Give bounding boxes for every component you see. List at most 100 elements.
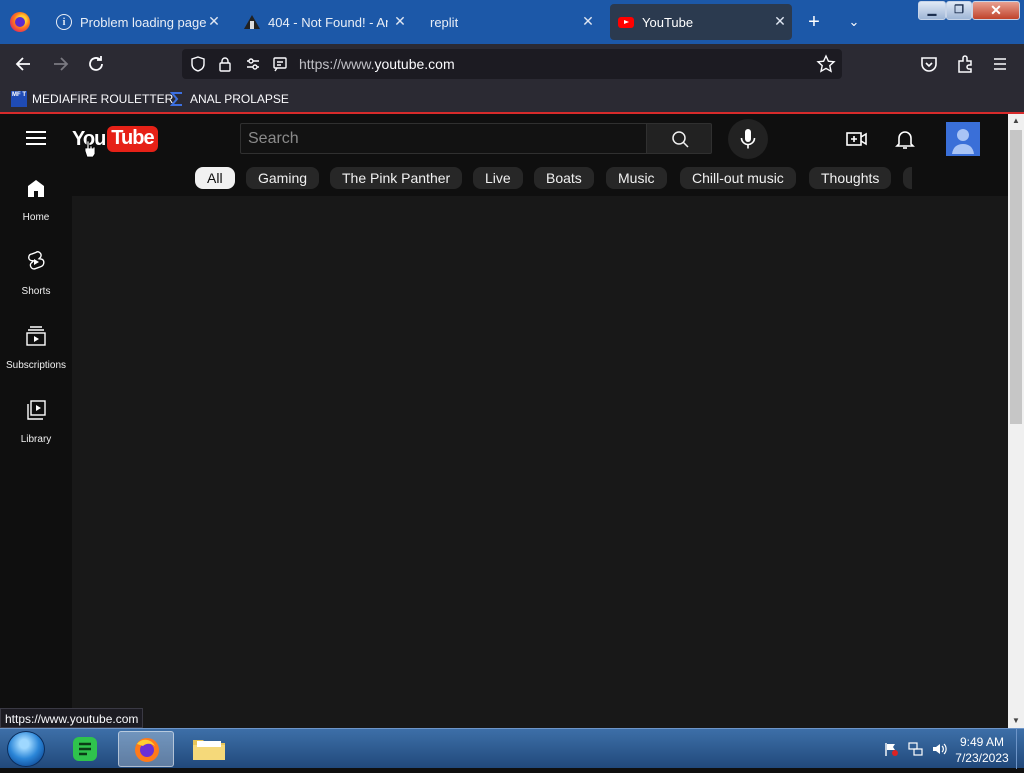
network-icon[interactable]: [907, 741, 923, 757]
system-clock[interactable]: 9:49 AM 7/23/2023: [952, 734, 1012, 766]
site-favicon-icon: [244, 14, 260, 30]
scrollbar-thumb[interactable]: [1010, 130, 1022, 424]
navigation-toolbar: https://www.youtube.com: [0, 44, 1024, 84]
library-icon: [27, 400, 46, 420]
create-video-button[interactable]: [845, 127, 869, 151]
shorts-icon: [28, 251, 45, 270]
microphone-icon: [740, 129, 756, 149]
chip-the-pink-panther[interactable]: The Pink Panther: [330, 167, 463, 189]
youtube-masthead: You Tube: [0, 116, 1008, 160]
chip-boats[interactable]: Boats: [534, 167, 594, 189]
tab-youtube[interactable]: YouTube ✕: [610, 4, 792, 40]
url-prefix: https://www.: [299, 56, 375, 72]
chip-music[interactable]: Music: [606, 167, 667, 189]
restore-button[interactable]: ❐: [946, 1, 972, 20]
search-icon: [672, 131, 689, 148]
logo-tube-text: Tube: [107, 126, 158, 152]
bell-icon: [895, 131, 915, 149]
chip-live[interactable]: Live: [473, 167, 523, 189]
guide-item-label: Shorts: [21, 286, 51, 297]
permissions-icon[interactable]: [245, 56, 261, 72]
voice-search-button[interactable]: [728, 119, 768, 159]
hand-cursor-icon: [84, 140, 96, 158]
reload-icon: [89, 56, 103, 71]
tracking-protection-shield-icon[interactable]: [190, 56, 206, 72]
forward-button[interactable]: [49, 53, 71, 75]
tab-problem-loading[interactable]: i Problem loading page ✕: [48, 4, 226, 40]
tab-replit[interactable]: replit ✕: [422, 4, 600, 40]
youtube-page: You Tube All Gaming The Pink Panther Liv…: [0, 116, 1008, 728]
notifications-button[interactable]: [893, 127, 917, 151]
search-button[interactable]: [646, 123, 712, 154]
reload-button[interactable]: [85, 53, 107, 75]
taskbar-file-explorer-app[interactable]: [181, 731, 237, 767]
notes-app-icon: [73, 737, 97, 761]
bookmarks-toolbar: MF T MEDIAFIRE ROULETTER ANAL PROLAPSE: [0, 84, 1024, 114]
guide-item-shorts[interactable]: Shorts: [0, 234, 72, 308]
start-button[interactable]: [7, 731, 45, 767]
scroll-down-arrow-icon[interactable]: ▼: [1008, 714, 1024, 728]
action-center-flag-icon[interactable]: [883, 741, 899, 757]
chip-gaming[interactable]: Gaming: [246, 167, 320, 189]
taskbar-firefox-app[interactable]: [118, 731, 174, 767]
info-icon: i: [56, 14, 72, 30]
guide-item-home[interactable]: Home: [0, 160, 72, 234]
back-button[interactable]: [13, 53, 35, 75]
chip-overflow[interactable]: [903, 167, 912, 189]
url-bar[interactable]: https://www.youtube.com: [182, 49, 842, 79]
app-menu-icon[interactable]: [989, 53, 1011, 75]
chip-all[interactable]: All: [195, 167, 235, 189]
bookmark-label: ANAL PROLAPSE: [190, 92, 289, 106]
guide-item-library[interactable]: Library: [0, 382, 72, 456]
sigma-bookmark-icon: [169, 91, 185, 107]
lock-icon[interactable]: [217, 56, 233, 72]
folder-icon: [193, 740, 225, 760]
back-arrow-icon: [15, 57, 30, 71]
category-chips-bar: All Gaming The Pink Panther Live Boats M…: [172, 162, 912, 194]
guide-item-label: Subscriptions: [5, 360, 67, 371]
clock-time: 9:49 AM: [959, 735, 1005, 749]
close-tab-icon[interactable]: ✕: [206, 13, 222, 29]
clock-date: 7/23/2023: [955, 751, 1009, 765]
tab-label: Problem loading page: [80, 14, 207, 30]
chip-thoughts[interactable]: Thoughts: [809, 167, 892, 189]
youtube-favicon-icon: [618, 14, 634, 30]
firefox-icon[interactable]: [10, 12, 30, 32]
firefox-icon: [135, 738, 159, 762]
taskbar-notes-app[interactable]: [57, 731, 113, 767]
video-camera-plus-icon: [846, 132, 867, 146]
scroll-up-arrow-icon[interactable]: ▲: [1008, 114, 1024, 128]
guide-item-subscriptions[interactable]: Subscriptions: [0, 308, 72, 382]
tab-label: replit: [430, 14, 459, 30]
volume-icon[interactable]: [931, 741, 947, 757]
tab-404-not-found[interactable]: 404 - Not Found! - Anon ✕: [236, 4, 412, 40]
url-host: youtube.com: [374, 56, 455, 72]
forward-arrow-icon: [54, 57, 69, 71]
pocket-icon[interactable]: [918, 53, 940, 75]
minimize-button[interactable]: ▁: [918, 1, 946, 20]
url-text[interactable]: https://www.youtube.com: [299, 56, 455, 72]
search-input[interactable]: [240, 123, 647, 154]
user-avatar-icon: [952, 129, 974, 154]
extensions-icon[interactable]: [954, 53, 976, 75]
subscriptions-icon: [26, 326, 46, 346]
bookmark-mediafire-rouletter[interactable]: MF T MEDIAFIRE ROULETTER: [11, 89, 173, 109]
guide-menu-icon[interactable]: [24, 127, 48, 151]
tab-label: YouTube: [642, 14, 694, 30]
bookmark-anal-prolapse[interactable]: ANAL PROLAPSE: [169, 89, 289, 109]
home-icon: [28, 180, 44, 197]
reader-view-icon[interactable]: [272, 56, 288, 72]
show-desktop-button[interactable]: [1016, 729, 1024, 769]
bookmark-star-icon[interactable]: [816, 54, 836, 74]
new-tab-button[interactable]: +: [803, 11, 825, 33]
avatar[interactable]: [946, 122, 980, 156]
bookmark-label: MEDIAFIRE ROULETTER: [32, 92, 174, 106]
guide-item-label: Library: [20, 434, 52, 445]
close-window-button[interactable]: ✕: [972, 1, 1020, 20]
close-tab-icon[interactable]: ✕: [580, 13, 596, 29]
close-tab-icon[interactable]: ✕: [392, 13, 408, 29]
list-all-tabs-button[interactable]: ⌄: [843, 11, 865, 33]
chip-chill-out-music[interactable]: Chill-out music: [680, 167, 796, 189]
page-scrollbar[interactable]: ▲ ▼: [1008, 114, 1024, 728]
close-tab-icon[interactable]: ✕: [772, 13, 788, 29]
